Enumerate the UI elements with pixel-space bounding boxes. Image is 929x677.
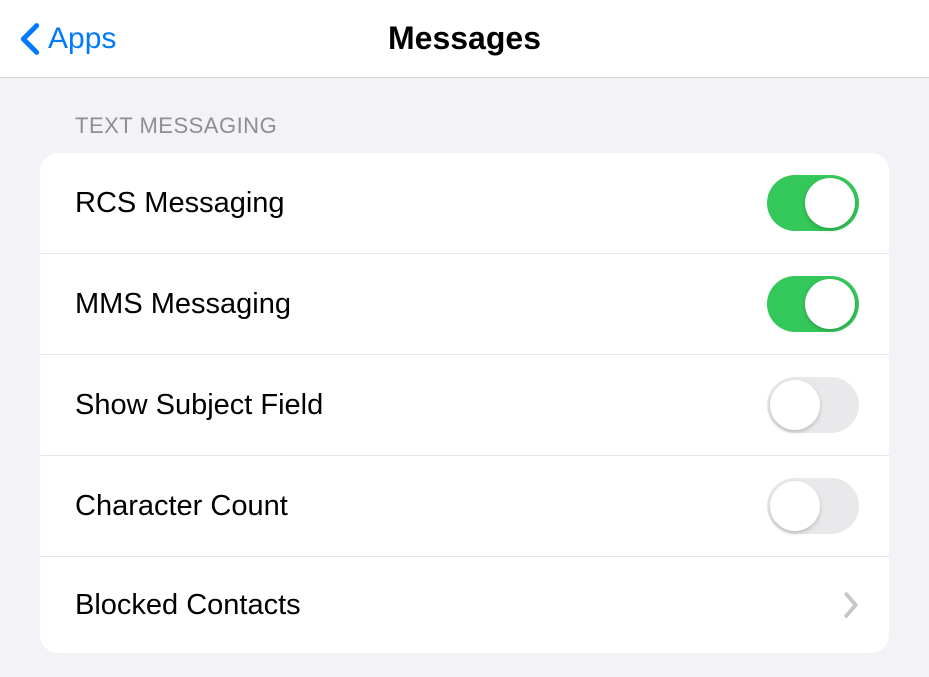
rcs-messaging-toggle[interactable]	[767, 175, 859, 231]
row-label: Show Subject Field	[75, 389, 323, 422]
settings-group: RCS Messaging MMS Messaging Show Subject…	[40, 153, 889, 653]
row-show-subject-field[interactable]: Show Subject Field	[40, 355, 889, 456]
show-subject-field-toggle[interactable]	[767, 377, 859, 433]
row-label: Blocked Contacts	[75, 589, 301, 622]
toggle-knob	[805, 279, 855, 329]
toggle-knob	[770, 380, 820, 430]
toggle-knob	[770, 481, 820, 531]
back-button[interactable]: Apps	[20, 22, 116, 56]
navigation-header: Apps Messages	[0, 0, 929, 78]
row-character-count[interactable]: Character Count	[40, 456, 889, 557]
row-label: RCS Messaging	[75, 187, 285, 220]
row-label: MMS Messaging	[75, 288, 291, 321]
toggle-knob	[805, 178, 855, 228]
chevron-left-icon	[20, 22, 40, 56]
row-label: Character Count	[75, 490, 288, 523]
character-count-toggle[interactable]	[767, 478, 859, 534]
page-title: Messages	[388, 20, 541, 57]
section-header: TEXT MESSAGING	[75, 113, 889, 139]
content-area: TEXT MESSAGING RCS Messaging MMS Messagi…	[0, 78, 929, 653]
row-mms-messaging[interactable]: MMS Messaging	[40, 254, 889, 355]
back-label: Apps	[48, 22, 116, 56]
mms-messaging-toggle[interactable]	[767, 276, 859, 332]
row-blocked-contacts[interactable]: Blocked Contacts	[40, 557, 889, 653]
chevron-right-icon	[843, 591, 859, 619]
row-rcs-messaging[interactable]: RCS Messaging	[40, 153, 889, 254]
